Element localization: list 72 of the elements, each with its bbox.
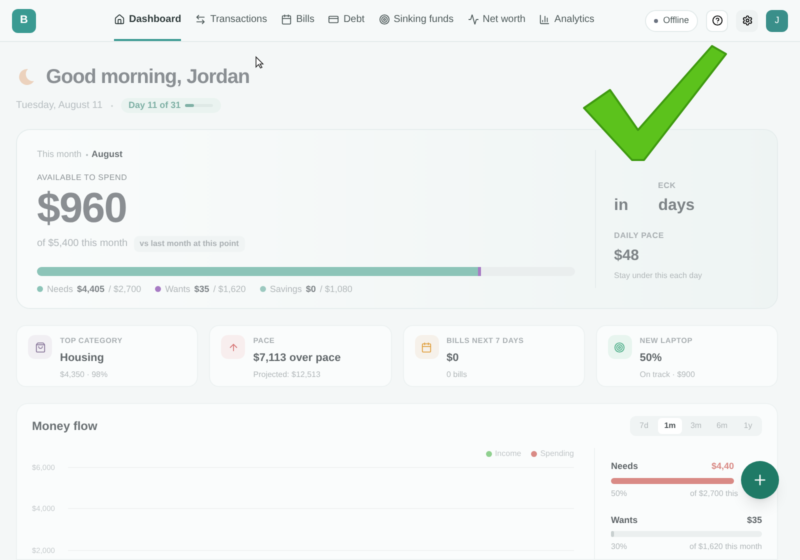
greeting-title: Good morning, Jordan: [46, 65, 250, 90]
stat-value: $0: [446, 351, 460, 366]
paycheck-value: days: [658, 196, 695, 216]
legend-name: Wants: [165, 282, 190, 296]
budget-percent: 50%: [611, 488, 628, 500]
nav-tab[interactable]: Dashboard: [114, 0, 182, 41]
help-button[interactable]: [706, 10, 728, 32]
day-pill: Day 11 of 31: [120, 98, 221, 113]
card-icon: [328, 14, 340, 25]
legend-limit: / $1,080: [320, 282, 352, 296]
budget-amount: $35: [746, 514, 762, 526]
target-icon: [378, 14, 390, 25]
available-label: AVAILABLE TO SPEND: [37, 172, 128, 184]
nav-tab[interactable]: Sinking funds: [378, 0, 454, 41]
budget-percent: 30%: [611, 541, 628, 553]
settings-button[interactable]: [736, 10, 758, 32]
legend-value: $0: [306, 282, 316, 296]
legend-name: Needs: [47, 282, 74, 296]
app-logo[interactable]: B: [12, 8, 36, 32]
calendar-icon: [414, 335, 438, 359]
range-tab[interactable]: 1m: [658, 418, 682, 434]
legend-label: Income: [494, 448, 522, 460]
moon-icon: [16, 67, 36, 87]
daily-pace-note: Stay under this each day: [614, 270, 704, 282]
stat-note: On track · $900: [640, 368, 695, 381]
budget-limit-text: of $2,700 this: [690, 488, 738, 500]
available-amount: $960: [37, 184, 128, 232]
legend-value: $4,405: [77, 282, 105, 296]
nav-tab[interactable]: Analytics: [539, 0, 594, 41]
budget-total-text: of $5,400 this month: [37, 237, 128, 251]
paycheck-label: ECK: [658, 180, 677, 192]
stat-value: 50%: [640, 351, 663, 366]
stat-note: $4,350 · 98%: [60, 368, 109, 381]
period-value: August: [92, 148, 123, 161]
legend-label: Spending: [540, 448, 574, 460]
stat-note: 0 bills: [446, 368, 468, 381]
settings-icon: [742, 15, 752, 26]
budget-name: Wants: [611, 514, 638, 526]
legend-value: $35: [194, 282, 210, 296]
help-icon: [712, 15, 722, 26]
calendar-icon: [281, 14, 292, 25]
bag-icon: [28, 335, 52, 359]
plus-icon: [752, 472, 768, 488]
home-icon: [114, 14, 125, 25]
budget-name: Needs: [611, 460, 638, 473]
stat-value: Housing: [60, 351, 105, 366]
bar-chart-icon: [539, 14, 550, 25]
budget-amount: $4,40: [711, 460, 734, 473]
nav-tab[interactable]: Debt: [328, 0, 365, 41]
compare-chip: vs last month at this point: [134, 236, 245, 252]
legend-limit: / $1,620: [213, 282, 246, 296]
nav-tab[interactable]: Bills: [281, 0, 314, 41]
paycheck-value: in: [614, 196, 628, 216]
pulse-icon: [468, 14, 479, 25]
daily-pace-label: DAILY PACE: [614, 230, 665, 242]
stat-note: Projected: $12,513: [253, 368, 322, 381]
legend-name: Savings: [270, 282, 302, 296]
target-icon: [608, 335, 632, 359]
nav-tab[interactable]: Transactions: [195, 0, 268, 41]
swap-arrows-icon: [195, 14, 206, 25]
cursor-icon: [255, 56, 264, 69]
daily-pace-value: $48: [614, 246, 640, 266]
legend-limit: / $2,700: [108, 282, 142, 296]
status-pill: Offline: [645, 10, 698, 32]
budget-limit-text: of $1,620 this month: [690, 541, 762, 553]
date-text: Tuesday, August 11: [16, 99, 103, 113]
period-label: This month: [37, 148, 82, 161]
arrow-up-icon: [221, 335, 246, 359]
nav-tab[interactable]: Net worth: [468, 0, 526, 41]
money-flow-title: Money flow: [32, 418, 98, 435]
stat-value: $7,113 over pace: [253, 351, 341, 366]
avatar[interactable]: J: [766, 10, 788, 32]
